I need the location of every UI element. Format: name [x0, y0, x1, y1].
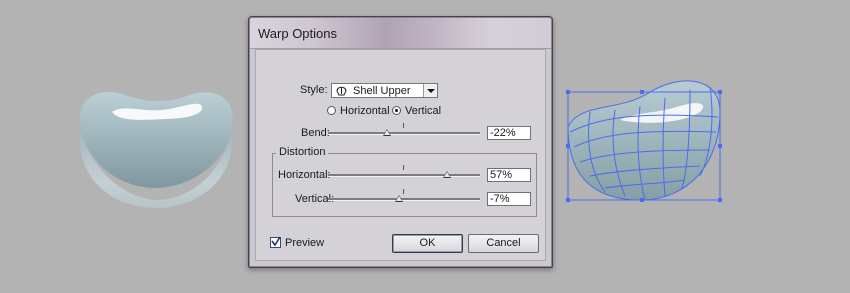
distortion-horizontal-slider-track[interactable] [328, 174, 480, 177]
style-label: Style: [300, 84, 328, 96]
distortion-horizontal-slider-thumb[interactable] [443, 171, 452, 178]
distortion-horizontal-label: Horizontal: [278, 169, 331, 181]
artwork-original [79, 91, 233, 208]
dialog-title: Warp Options [258, 26, 337, 41]
preview-label: Preview [285, 237, 325, 249]
preview-checkbox[interactable] [270, 236, 281, 248]
distortion-vertical-center-tick [403, 189, 404, 194]
radio-vertical-label: Vertical [405, 105, 442, 117]
shell-upper-icon [336, 85, 347, 99]
chevron-down-icon[interactable] [423, 84, 437, 97]
style-value: Shell Upper [353, 85, 411, 97]
dialog-body: Style: Shell Upper Horizontal Vertical B… [255, 49, 546, 261]
ok-button[interactable]: OK [392, 234, 463, 253]
distortion-vertical-value-input[interactable]: -7% [487, 192, 531, 206]
artwork-warped-preview [566, 80, 722, 202]
distortion-legend: Distortion [276, 146, 329, 158]
radio-vertical[interactable] [392, 106, 401, 115]
distortion-vertical-slider-thumb[interactable] [394, 195, 403, 202]
distortion-vertical-slider-track[interactable] [328, 198, 480, 201]
cancel-button[interactable]: Cancel [468, 234, 539, 253]
distortion-horizontal-value-input[interactable]: 57% [487, 168, 531, 182]
bend-slider-center-tick [403, 123, 404, 128]
radio-horizontal[interactable] [327, 106, 336, 115]
bend-slider-thumb[interactable] [383, 129, 392, 136]
distortion-horizontal-center-tick [403, 165, 404, 170]
checkmark-icon [271, 236, 281, 247]
dialog-titlebar[interactable]: Warp Options [250, 18, 551, 49]
bend-label: Bend: [301, 127, 330, 139]
bend-slider-track[interactable] [328, 132, 480, 135]
style-dropdown[interactable]: Shell Upper [331, 83, 438, 98]
radio-horizontal-label: Horizontal [340, 105, 390, 117]
warp-options-dialog: Warp Options Style: Shell Upper Horizont… [248, 16, 553, 268]
distortion-group [272, 153, 537, 217]
bend-value-input[interactable]: -22% [487, 126, 531, 140]
